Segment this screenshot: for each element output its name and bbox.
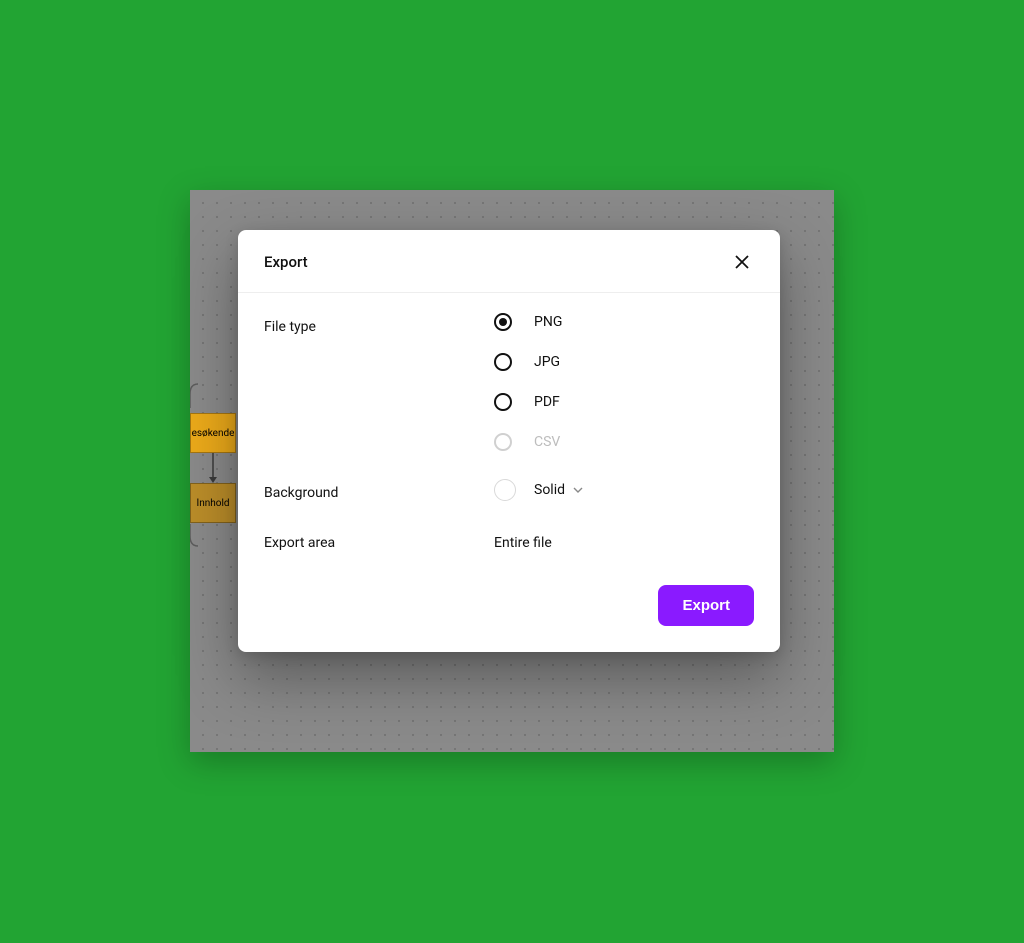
export-area-value: Entire file xyxy=(494,529,754,551)
export-modal: Export File type PNG JPG PDF xyxy=(238,230,780,652)
file-type-option-csv: CSV xyxy=(494,433,754,451)
radio-icon xyxy=(494,393,512,411)
export-button[interactable]: Export xyxy=(658,585,754,626)
close-icon xyxy=(734,254,750,270)
modal-header: Export xyxy=(238,230,780,293)
file-type-option-jpg[interactable]: JPG xyxy=(494,353,754,371)
diagram-node-label: Innhold xyxy=(196,498,229,509)
arrow-down-icon xyxy=(208,453,218,483)
modal-footer: Export xyxy=(238,561,780,652)
radio-label: PNG xyxy=(534,314,562,330)
diagram-node-label: esøkende xyxy=(192,428,235,439)
diagram-node[interactable]: esøkende xyxy=(190,413,236,453)
modal-body: File type PNG JPG PDF CSV Background xyxy=(238,293,780,561)
modal-title: Export xyxy=(264,253,308,271)
close-button[interactable] xyxy=(730,250,754,274)
background-value: Solid xyxy=(534,482,565,498)
file-type-option-png[interactable]: PNG xyxy=(494,313,754,331)
background-row: Solid xyxy=(494,479,754,501)
background-select[interactable]: Solid xyxy=(534,482,583,498)
radio-label: CSV xyxy=(534,434,560,450)
background-color-swatch[interactable] xyxy=(494,479,516,501)
radio-icon xyxy=(494,433,512,451)
diagram-node[interactable]: Innhold xyxy=(190,483,236,523)
radio-label: JPG xyxy=(534,354,560,370)
export-area-label: Export area xyxy=(264,529,494,551)
radio-label: PDF xyxy=(534,394,560,410)
file-type-label: File type xyxy=(264,313,494,451)
radio-icon xyxy=(494,313,512,331)
file-type-option-pdf[interactable]: PDF xyxy=(494,393,754,411)
background-label: Background xyxy=(264,479,494,501)
chevron-down-icon xyxy=(573,485,583,495)
radio-icon xyxy=(494,353,512,371)
file-type-options: PNG JPG PDF CSV xyxy=(494,313,754,451)
